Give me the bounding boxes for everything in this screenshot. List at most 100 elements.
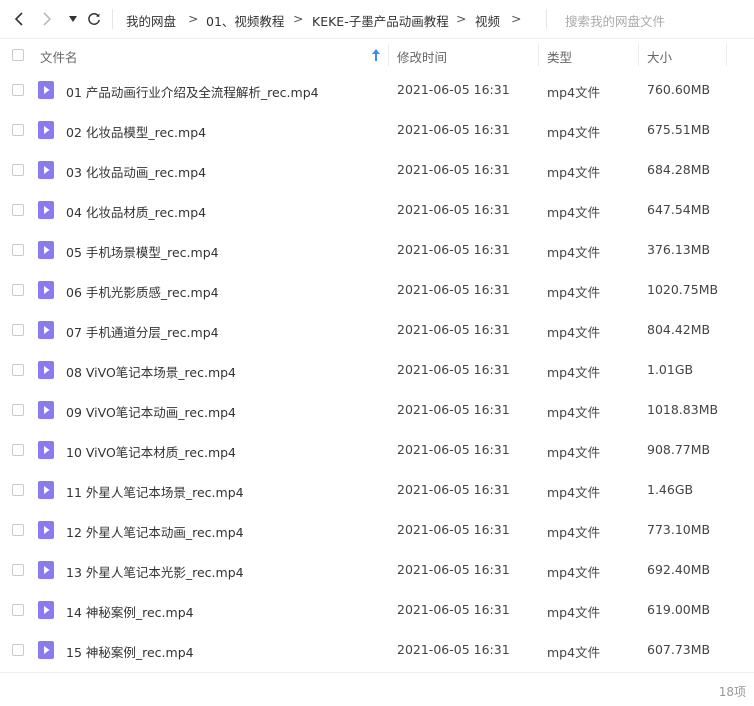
file-name[interactable]: 10 ViVO笔记本材质_rec.mp4 [66, 442, 236, 461]
file-type: mp4文件 [547, 85, 601, 100]
row-checkbox[interactable] [12, 324, 24, 336]
file-row[interactable]: 14 神秘案例_rec.mp4 2021-06-05 16:31 mp4文件 6… [0, 590, 754, 630]
chevron-left-icon [14, 12, 23, 26]
file-size: 1.01GB [647, 362, 694, 377]
file-row[interactable]: 10 ViVO笔记本材质_rec.mp4 2021-06-05 16:31 mp… [0, 430, 754, 470]
file-size: 804.42MB [647, 322, 711, 337]
file-type: mp4文件 [547, 565, 601, 580]
file-modified: 2021-06-05 16:31 [397, 602, 510, 617]
row-checkbox[interactable] [12, 404, 24, 416]
search-input[interactable]: 搜索我的网盘文件 [565, 11, 665, 30]
row-checkbox[interactable] [12, 284, 24, 296]
history-dropdown-button[interactable] [64, 10, 82, 28]
file-size: 692.40MB [647, 562, 711, 577]
row-checkbox[interactable] [12, 444, 24, 456]
file-name[interactable]: 01 产品动画行业介绍及全流程解析_rec.mp4 [66, 82, 319, 101]
file-modified: 2021-06-05 16:31 [397, 482, 510, 497]
row-checkbox[interactable] [12, 364, 24, 376]
row-checkbox[interactable] [12, 484, 24, 496]
file-row[interactable]: 09 ViVO笔记本动画_rec.mp4 2021-06-05 16:31 mp… [0, 390, 754, 430]
file-name[interactable]: 04 化妆品材质_rec.mp4 [66, 202, 206, 221]
file-row[interactable]: 13 外星人笔记本光影_rec.mp4 2021-06-05 16:31 mp4… [0, 550, 754, 590]
file-row[interactable]: 05 手机场景模型_rec.mp4 2021-06-05 16:31 mp4文件… [0, 230, 754, 270]
row-checkbox[interactable] [12, 564, 24, 576]
toolbar-divider [112, 9, 113, 29]
video-file-icon [38, 401, 54, 419]
file-size: 1020.75MB [647, 282, 719, 297]
file-type: mp4文件 [547, 205, 601, 220]
file-row[interactable]: 08 ViVO笔记本场景_rec.mp4 2021-06-05 16:31 mp… [0, 350, 754, 390]
column-divider[interactable] [388, 44, 389, 66]
file-row[interactable]: 07 手机通道分层_rec.mp4 2021-06-05 16:31 mp4文件… [0, 310, 754, 350]
file-type: mp4文件 [547, 285, 601, 300]
file-row[interactable]: 01 产品动画行业介绍及全流程解析_rec.mp4 2021-06-05 16:… [0, 70, 754, 110]
file-name[interactable]: 03 化妆品动画_rec.mp4 [66, 162, 206, 181]
column-modified-header[interactable]: 修改时间 [397, 47, 447, 66]
search-divider [546, 9, 547, 29]
row-checkbox[interactable] [12, 124, 24, 136]
file-name[interactable]: 14 神秘案例_rec.mp4 [66, 602, 194, 621]
row-checkbox[interactable] [12, 164, 24, 176]
file-name[interactable]: 07 手机通道分层_rec.mp4 [66, 322, 219, 341]
file-row[interactable]: 11 外星人笔记本场景_rec.mp4 2021-06-05 16:31 mp4… [0, 470, 754, 510]
row-checkbox[interactable] [12, 204, 24, 216]
video-file-icon [38, 481, 54, 499]
file-name[interactable]: 15 神秘案例_rec.mp4 [66, 642, 194, 661]
video-file-icon [38, 241, 54, 259]
file-name[interactable]: 08 ViVO笔记本场景_rec.mp4 [66, 362, 236, 381]
file-modified: 2021-06-05 16:31 [397, 82, 510, 97]
file-name[interactable]: 09 ViVO笔记本动画_rec.mp4 [66, 402, 236, 421]
sort-up-arrow-icon[interactable] [372, 49, 380, 61]
video-file-icon [38, 81, 54, 99]
breadcrumb-item-root[interactable]: 我的网盘 [126, 11, 176, 30]
footer-divider [0, 672, 754, 673]
file-name[interactable]: 13 外星人笔记本光影_rec.mp4 [66, 562, 244, 581]
breadcrumb-item-videos[interactable]: 视频 [475, 11, 500, 30]
file-row[interactable]: 03 化妆品动画_rec.mp4 2021-06-05 16:31 mp4文件 … [0, 150, 754, 190]
file-name[interactable]: 06 手机光影质感_rec.mp4 [66, 282, 219, 301]
file-modified: 2021-06-05 16:31 [397, 562, 510, 577]
row-checkbox[interactable] [12, 524, 24, 536]
forward-button[interactable] [38, 10, 56, 28]
select-all-checkbox[interactable] [12, 49, 24, 61]
row-checkbox[interactable] [12, 604, 24, 616]
breadcrumb-item-video-tutorials[interactable]: 01、视频教程 [206, 11, 284, 30]
chevron-right-icon [43, 12, 52, 26]
file-name[interactable]: 11 外星人笔记本场景_rec.mp4 [66, 482, 244, 501]
breadcrumb-item-keke-course[interactable]: KEKE-子墨产品动画教程 [312, 11, 449, 30]
file-size: 908.77MB [647, 442, 711, 457]
file-size: 760.60MB [647, 82, 711, 97]
file-row[interactable]: 02 化妆品模型_rec.mp4 2021-06-05 16:31 mp4文件 … [0, 110, 754, 150]
file-size: 647.54MB [647, 202, 711, 217]
row-checkbox[interactable] [12, 84, 24, 96]
column-divider[interactable] [538, 44, 539, 66]
file-modified: 2021-06-05 16:31 [397, 282, 510, 297]
row-checkbox[interactable] [12, 244, 24, 256]
file-modified: 2021-06-05 16:31 [397, 122, 510, 137]
file-modified: 2021-06-05 16:31 [397, 402, 510, 417]
file-name[interactable]: 02 化妆品模型_rec.mp4 [66, 122, 206, 141]
file-type: mp4文件 [547, 245, 601, 260]
column-size-header[interactable]: 大小 [647, 47, 672, 66]
row-checkbox[interactable] [12, 644, 24, 656]
item-count: 18项 [718, 685, 746, 699]
file-name[interactable]: 05 手机场景模型_rec.mp4 [66, 242, 219, 261]
file-row[interactable]: 04 化妆品材质_rec.mp4 2021-06-05 16:31 mp4文件 … [0, 190, 754, 230]
video-file-icon [38, 161, 54, 179]
breadcrumb-separator: > [511, 11, 522, 26]
column-name-header[interactable]: 文件名 [40, 47, 78, 66]
column-divider[interactable] [726, 44, 727, 66]
file-modified: 2021-06-05 16:31 [397, 162, 510, 177]
file-size: 1018.83MB [647, 402, 719, 417]
file-size: 607.73MB [647, 642, 711, 657]
refresh-button[interactable] [85, 10, 103, 28]
file-row[interactable]: 12 外星人笔记本动画_rec.mp4 2021-06-05 16:31 mp4… [0, 510, 754, 550]
file-row[interactable]: 06 手机光影质感_rec.mp4 2021-06-05 16:31 mp4文件… [0, 270, 754, 310]
file-name[interactable]: 12 外星人笔记本动画_rec.mp4 [66, 522, 244, 541]
file-type: mp4文件 [547, 485, 601, 500]
column-type-header[interactable]: 类型 [547, 47, 572, 66]
file-row[interactable]: 15 神秘案例_rec.mp4 2021-06-05 16:31 mp4文件 6… [0, 630, 754, 670]
column-divider[interactable] [638, 44, 639, 66]
file-modified: 2021-06-05 16:31 [397, 242, 510, 257]
back-button[interactable] [10, 10, 28, 28]
